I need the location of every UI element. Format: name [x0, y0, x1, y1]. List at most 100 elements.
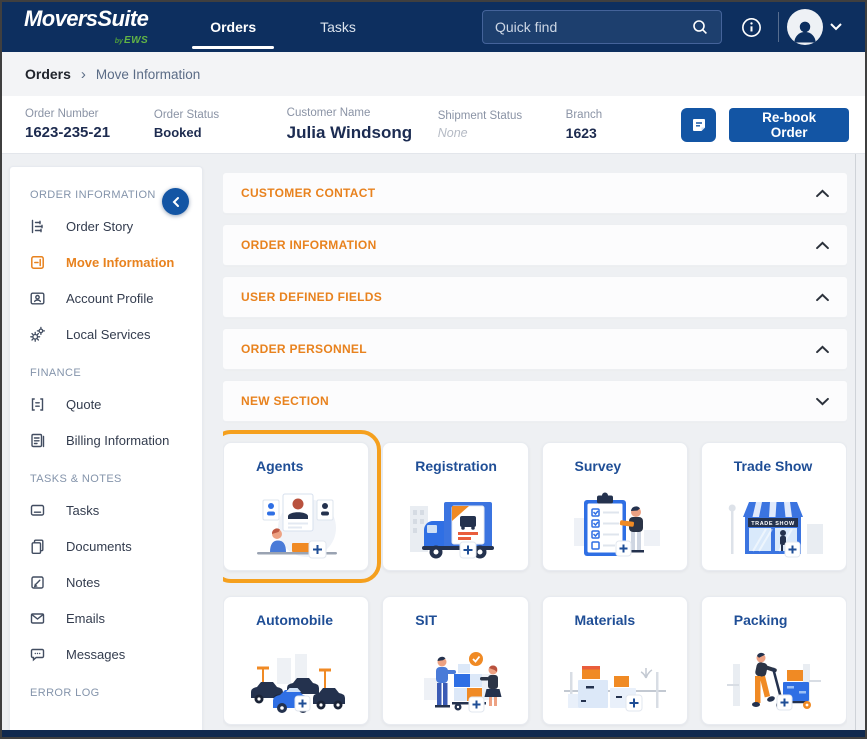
account-profile-icon — [29, 290, 46, 307]
section-title: ORDER PERSONNEL — [241, 342, 367, 356]
sidebar-group-tasks-notes: TASKS & NOTES — [10, 473, 202, 485]
breadcrumb-orders[interactable]: Orders — [25, 66, 71, 82]
order-story-icon — [29, 218, 46, 235]
card-sit[interactable]: SIT — [382, 596, 528, 725]
card-automobile[interactable]: Automobile — [223, 596, 369, 725]
sidebar-item-label: Local Services — [66, 327, 151, 342]
section-title: USER DEFINED FIELDS — [241, 290, 382, 304]
info-icon[interactable] — [732, 8, 770, 46]
main-content: CUSTOMER CONTACT ORDER INFORMATION USER … — [223, 173, 847, 730]
section-title: ORDER INFORMATION — [241, 238, 377, 252]
card-materials[interactable]: Materials — [542, 596, 688, 725]
quote-icon — [29, 396, 46, 413]
agents-illustration — [224, 474, 368, 570]
sidebar-item-tasks[interactable]: Tasks — [10, 492, 202, 528]
chevron-up-icon[interactable] — [816, 189, 829, 198]
section-title: NEW SECTION — [241, 394, 329, 408]
trade-show-illustration: TRADE SHOW — [702, 474, 846, 570]
card-trade-show[interactable]: Trade Show TRADE SHOW — [701, 442, 847, 571]
card-registration[interactable]: Registration — [382, 442, 528, 571]
sit-illustration — [383, 628, 527, 724]
sidebar-item-label: Quote — [66, 397, 101, 412]
order-status-field: Order Status Booked — [154, 109, 287, 140]
bottom-window-edge — [2, 730, 865, 737]
sidebar-item-billing-information[interactable]: Billing Information — [10, 422, 202, 458]
sidebar-item-label: Tasks — [66, 503, 99, 518]
field-label: Order Status — [154, 109, 287, 121]
sidebar-item-local-services[interactable]: Local Services — [10, 316, 202, 352]
user-avatar[interactable] — [787, 9, 823, 45]
rebook-order-button[interactable]: Re-book Order — [729, 108, 849, 142]
nav-separator — [778, 12, 779, 42]
registration-illustration — [383, 474, 527, 570]
move-information-icon — [29, 254, 46, 271]
sidebar-item-label: Billing Information — [66, 433, 169, 448]
field-label: Customer Name — [287, 107, 438, 119]
field-label: Branch — [566, 109, 681, 121]
card-survey[interactable]: Survey — [542, 442, 688, 571]
sidebar-item-label: Order Story — [66, 219, 133, 234]
card-packing[interactable]: Packing — [701, 596, 847, 725]
sidebar-group-finance: FINANCE — [10, 367, 202, 379]
section-order-information[interactable]: ORDER INFORMATION — [223, 225, 847, 265]
tasks-icon — [29, 502, 46, 519]
sidebar-item-account-profile[interactable]: Account Profile — [10, 280, 202, 316]
messages-chat-icon — [29, 646, 46, 663]
packing-illustration — [702, 628, 846, 724]
local-services-gears-icon — [29, 326, 46, 343]
breadcrumb: Orders › Move Information — [2, 52, 865, 96]
page-body: ORDER INFORMATION Order Story Move Infor… — [2, 154, 865, 730]
search-icon[interactable] — [692, 19, 709, 36]
sidebar-item-label: Emails — [66, 611, 105, 626]
chevron-up-icon[interactable] — [816, 293, 829, 302]
brand-logo: MoversSuite byEWS — [24, 8, 148, 47]
tab-tasks[interactable]: Tasks — [288, 2, 388, 52]
sidebar-item-quote[interactable]: Quote — [10, 386, 202, 422]
quick-find-input[interactable] — [495, 19, 692, 35]
shipment-status-field: Shipment Status None — [438, 110, 566, 140]
shipment-status-value: None — [438, 126, 566, 140]
sidebar-item-label: Account Profile — [66, 291, 153, 306]
emails-envelope-icon — [29, 610, 46, 627]
sidebar-item-move-information[interactable]: Move Information — [10, 244, 202, 280]
brand-name: MoversSuite — [24, 8, 148, 30]
customer-name-field: Customer Name Julia Windsong — [287, 107, 438, 143]
customer-name-value: Julia Windsong — [287, 123, 438, 143]
chevron-right-icon: › — [81, 66, 86, 83]
note-button[interactable] — [681, 108, 716, 142]
card-agents[interactable]: Agents — [223, 442, 369, 571]
chevron-up-icon[interactable] — [816, 345, 829, 354]
section-new-section[interactable]: NEW SECTION — [223, 381, 847, 421]
active-tab-underline — [192, 46, 274, 49]
branch-value: 1623 — [566, 125, 681, 141]
new-section-cards: Agents — [223, 442, 847, 725]
sidebar-item-notes[interactable]: Notes — [10, 564, 202, 600]
order-status-value: Booked — [154, 125, 287, 140]
tab-orders[interactable]: Orders — [178, 2, 288, 52]
sidebar-item-label: Notes — [66, 575, 100, 590]
scrollbar-track[interactable] — [855, 154, 856, 730]
main-tabs: Orders Tasks — [178, 2, 388, 52]
app-window: MoversSuite byEWS Orders Tasks — [0, 0, 867, 739]
chevron-up-icon[interactable] — [816, 241, 829, 250]
section-user-defined-fields[interactable]: USER DEFINED FIELDS — [223, 277, 847, 317]
sidebar-item-label: Messages — [66, 647, 125, 662]
collapse-sidebar-button[interactable] — [162, 188, 189, 215]
branch-field: Branch 1623 — [566, 109, 681, 141]
user-menu-chevron-down-icon[interactable] — [823, 8, 849, 46]
automobile-illustration — [224, 628, 368, 724]
sidebar-item-messages[interactable]: Messages — [10, 636, 202, 672]
sidebar-item-emails[interactable]: Emails — [10, 600, 202, 636]
note-icon — [690, 116, 708, 134]
section-customer-contact[interactable]: CUSTOMER CONTACT — [223, 173, 847, 213]
trade-show-sign: TRADE SHOW — [751, 521, 795, 527]
section-title: CUSTOMER CONTACT — [241, 186, 375, 200]
sidebar-group-error-log: ERROR LOG — [10, 687, 202, 699]
order-number-value: 1623-235-21 — [25, 124, 154, 141]
quick-find-box[interactable] — [482, 10, 722, 44]
sidebar: ORDER INFORMATION Order Story Move Infor… — [9, 166, 203, 730]
order-header-actions: Re-book Order — [681, 108, 849, 142]
section-order-personnel[interactable]: ORDER PERSONNEL — [223, 329, 847, 369]
sidebar-item-documents[interactable]: Documents — [10, 528, 202, 564]
chevron-down-icon[interactable] — [816, 397, 829, 406]
